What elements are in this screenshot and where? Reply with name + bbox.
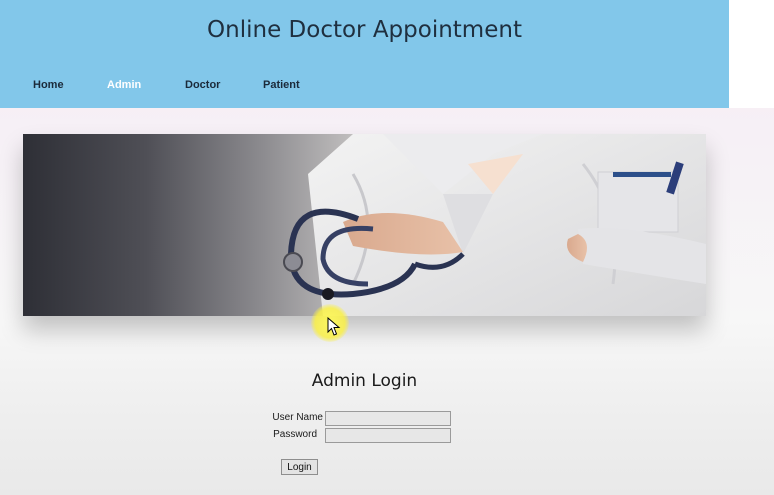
doctor-illustration xyxy=(283,134,706,316)
site-header: Online Doctor Appointment Home Admin Doc… xyxy=(0,0,729,108)
nav-doctor-link[interactable]: Doctor xyxy=(185,79,220,91)
main-nav: Home Admin Doctor Patient xyxy=(0,79,729,95)
nav-patient-link[interactable]: Patient xyxy=(263,79,300,91)
login-button[interactable]: Login xyxy=(281,459,318,475)
window-edge xyxy=(729,0,774,108)
doctor-banner-image xyxy=(23,134,706,316)
site-title: Online Doctor Appointment xyxy=(207,17,522,43)
username-label: User Name xyxy=(272,412,323,423)
mouse-pointer-icon xyxy=(327,317,341,336)
password-label: Password xyxy=(273,429,317,440)
nav-home-link[interactable]: Home xyxy=(33,79,64,91)
nav-admin-link[interactable]: Admin xyxy=(107,79,141,91)
username-input[interactable] xyxy=(325,411,451,426)
password-input[interactable] xyxy=(325,428,451,443)
login-title: Admin Login xyxy=(311,371,418,391)
